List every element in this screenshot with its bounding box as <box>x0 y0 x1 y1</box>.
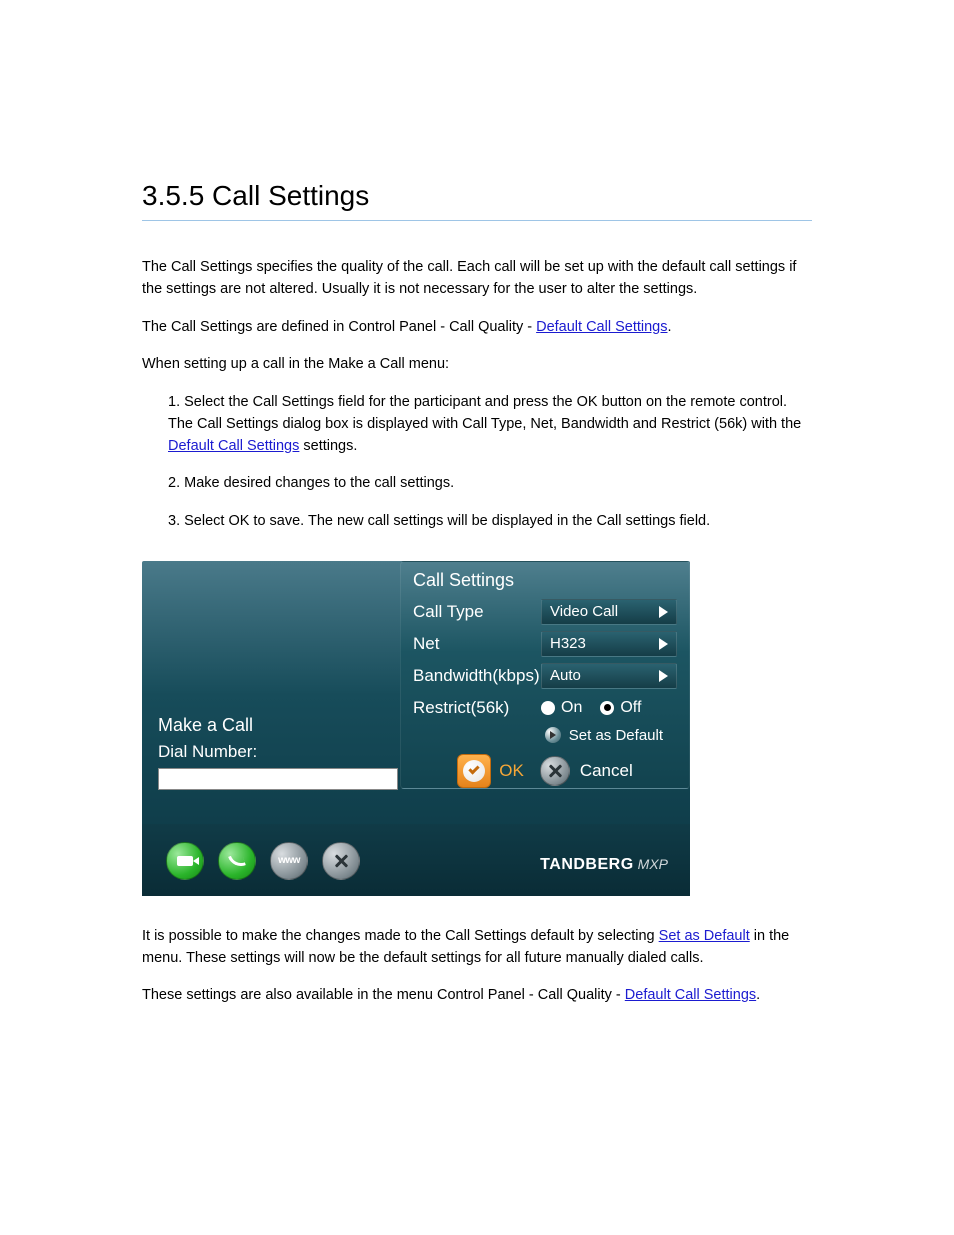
ok-button[interactable]: OK <box>457 754 524 788</box>
text-fragment: The Call Settings are defined in Control… <box>142 319 536 335</box>
paragraph-steps-intro: When setting up a call in the Make a Cal… <box>142 354 812 376</box>
close-icon <box>334 854 348 868</box>
paragraph-intro: The Call Settings specifies the quality … <box>142 257 812 301</box>
step-3: 3. Select OK to save. The new call setti… <box>142 511 812 533</box>
call-type-row: Call Type Video Call <box>413 597 677 627</box>
text-leading: It is possible to make the changes made … <box>142 928 659 944</box>
check-icon <box>463 760 485 782</box>
bandwidth-label: Bandwidth(kbps) <box>413 666 541 686</box>
restrict-on-label: On <box>561 699 582 717</box>
bandwidth-select[interactable]: Auto <box>541 663 677 689</box>
www-icon: www <box>278 855 300 866</box>
section-title: 3.5.5 Call Settings <box>142 180 812 212</box>
close-button[interactable] <box>322 842 360 880</box>
call-settings-title: Call Settings <box>413 570 677 591</box>
restrict-radio-group: On Off <box>541 699 641 717</box>
cancel-button[interactable]: Cancel <box>540 756 633 786</box>
net-select[interactable]: H323 <box>541 631 677 657</box>
close-icon <box>540 756 570 786</box>
radio-icon <box>541 701 555 715</box>
link-default-call-settings[interactable]: Default Call Settings <box>536 319 667 335</box>
make-a-call-title: Make a Call <box>158 715 404 736</box>
text-fragment: 1. Select the Call Settings field for th… <box>168 394 801 432</box>
www-button[interactable]: www <box>270 842 308 880</box>
net-row: Net H323 <box>413 629 677 659</box>
set-as-default-label: Set as Default <box>569 727 663 744</box>
bandwidth-row: Bandwidth(kbps) Auto <box>413 661 677 691</box>
chevron-right-icon <box>550 731 556 739</box>
restrict-row: Restrict(56k) On Off <box>413 693 677 723</box>
set-default-button[interactable] <box>545 727 561 743</box>
link-default-call-settings-3[interactable]: Default Call Settings <box>625 987 756 1003</box>
call-type-select[interactable]: Video Call <box>541 599 677 625</box>
link-set-as-default[interactable]: Set as Default <box>659 928 750 944</box>
cancel-label: Cancel <box>580 761 633 781</box>
text-fragment: These settings are also available in the… <box>142 987 625 1003</box>
net-label: Net <box>413 634 541 654</box>
restrict-off-radio[interactable]: Off <box>600 699 641 717</box>
dial-number-label: Dial Number: <box>158 742 404 762</box>
audio-call-icon[interactable] <box>218 842 256 880</box>
text-fragment: . <box>756 987 760 1003</box>
ok-label: OK <box>499 761 524 781</box>
step-1: 1. Select the Call Settings field for th… <box>142 392 812 457</box>
brand-logo: TANDBERG MXP <box>540 856 668 874</box>
bandwidth-value: Auto <box>550 667 581 684</box>
section-divider <box>142 220 812 221</box>
chevron-right-icon <box>659 670 668 682</box>
radio-icon <box>600 701 614 715</box>
make-a-call-box: Make a Call Dial Number: <box>158 715 404 790</box>
restrict-on-radio[interactable]: On <box>541 699 582 717</box>
set-as-default-row: Set as Default <box>413 727 677 744</box>
app-panel: Make a Call Dial Number: Call Settings C… <box>142 561 690 896</box>
call-type-value: Video Call <box>550 603 618 620</box>
call-settings-popup: Call Settings Call Type Video Call Net H… <box>400 561 690 789</box>
bottom-toolbar: www <box>166 842 360 880</box>
restrict-label: Restrict(56k) <box>413 698 541 718</box>
camera-icon <box>177 856 193 866</box>
step-2: 2. Make desired changes to the call sett… <box>142 473 812 495</box>
paragraph-set-default: It is possible to make the changes made … <box>142 926 812 970</box>
restrict-off-label: Off <box>620 699 641 717</box>
logo-brand: TANDBERG <box>540 856 633 874</box>
call-type-label: Call Type <box>413 602 541 622</box>
chevron-right-icon <box>659 638 668 650</box>
dial-number-input[interactable] <box>158 768 398 790</box>
logo-suffix: MXP <box>638 856 668 872</box>
text-fragment: settings. <box>299 438 357 454</box>
video-call-icon[interactable] <box>166 842 204 880</box>
net-value: H323 <box>550 635 586 652</box>
paragraph-also-available: These settings are also available in the… <box>142 985 812 1007</box>
link-default-call-settings-2[interactable]: Default Call Settings <box>168 438 299 454</box>
text-fragment: . <box>667 319 671 335</box>
phone-icon <box>228 852 246 870</box>
dialog-buttons: OK Cancel <box>413 754 677 788</box>
embedded-screenshot: Make a Call Dial Number: Call Settings C… <box>142 561 812 896</box>
chevron-right-icon <box>659 606 668 618</box>
ok-icon <box>457 754 491 788</box>
paragraph-defaults: The Call Settings are defined in Control… <box>142 317 812 339</box>
